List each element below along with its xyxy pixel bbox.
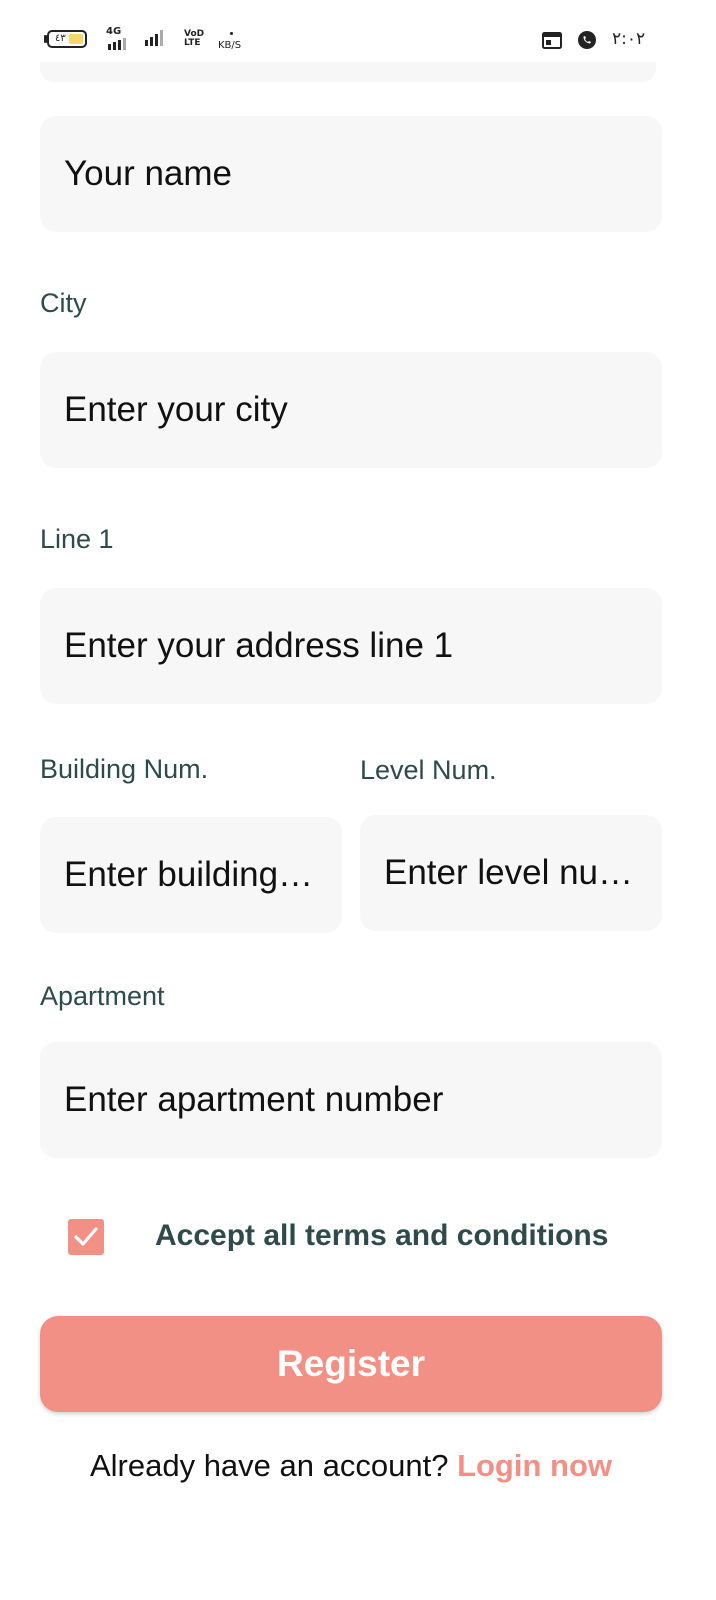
volte-line2: LTE — [184, 38, 201, 48]
register-button[interactable]: Register — [40, 1316, 662, 1412]
status-time: ٢:٠٢ — [612, 29, 646, 49]
battery-level: ٤٣ — [55, 33, 66, 44]
apartment-field[interactable]: Enter apartment number — [40, 1042, 662, 1158]
login-now-link[interactable]: Login now — [457, 1448, 612, 1483]
name-field-value: Your name — [64, 154, 232, 193]
login-prompt-line: Already have an account? Login now — [0, 1448, 702, 1484]
line1-label: Line 1 — [40, 524, 114, 554]
address-line1-placeholder: Enter your address line 1 — [64, 626, 454, 665]
level-label: Level Num. — [360, 755, 497, 785]
city-placeholder: Enter your city — [64, 390, 288, 429]
signal-bars-icon-sim2 — [145, 30, 163, 46]
building-number-field[interactable]: Enter building… — [40, 817, 342, 933]
whatsapp-icon — [578, 31, 596, 49]
volte-icon: VoD LTE — [184, 30, 204, 48]
terms-checkbox[interactable] — [68, 1219, 104, 1255]
battery-icon: ٤٣ — [47, 30, 87, 48]
login-prompt: Already have an account? — [89, 1448, 449, 1483]
calendar-icon — [542, 32, 562, 49]
name-field[interactable]: Your name — [40, 116, 662, 232]
network-type: 4G — [106, 26, 122, 37]
city-field[interactable]: Enter your city — [40, 352, 662, 468]
speed-dot — [230, 32, 233, 35]
terms-label[interactable]: Accept all terms and conditions — [155, 1219, 608, 1253]
level-number-field[interactable]: Enter level nu… — [360, 815, 662, 931]
checkmark-icon — [74, 1227, 98, 1246]
level-number-placeholder: Enter level nu… — [384, 853, 634, 892]
battery-fill — [69, 34, 83, 44]
signal-bars-icon-sim1 — [108, 38, 126, 50]
address-line1-field[interactable]: Enter your address line 1 — [40, 588, 662, 704]
apartment-label: Apartment — [40, 981, 165, 1011]
apartment-placeholder: Enter apartment number — [64, 1080, 444, 1119]
building-number-placeholder: Enter building… — [64, 855, 314, 894]
previous-field-edge — [40, 62, 656, 82]
city-label: City — [40, 288, 87, 318]
network-speed-unit: KB/S — [218, 40, 242, 51]
building-label: Building Num. — [40, 754, 209, 784]
